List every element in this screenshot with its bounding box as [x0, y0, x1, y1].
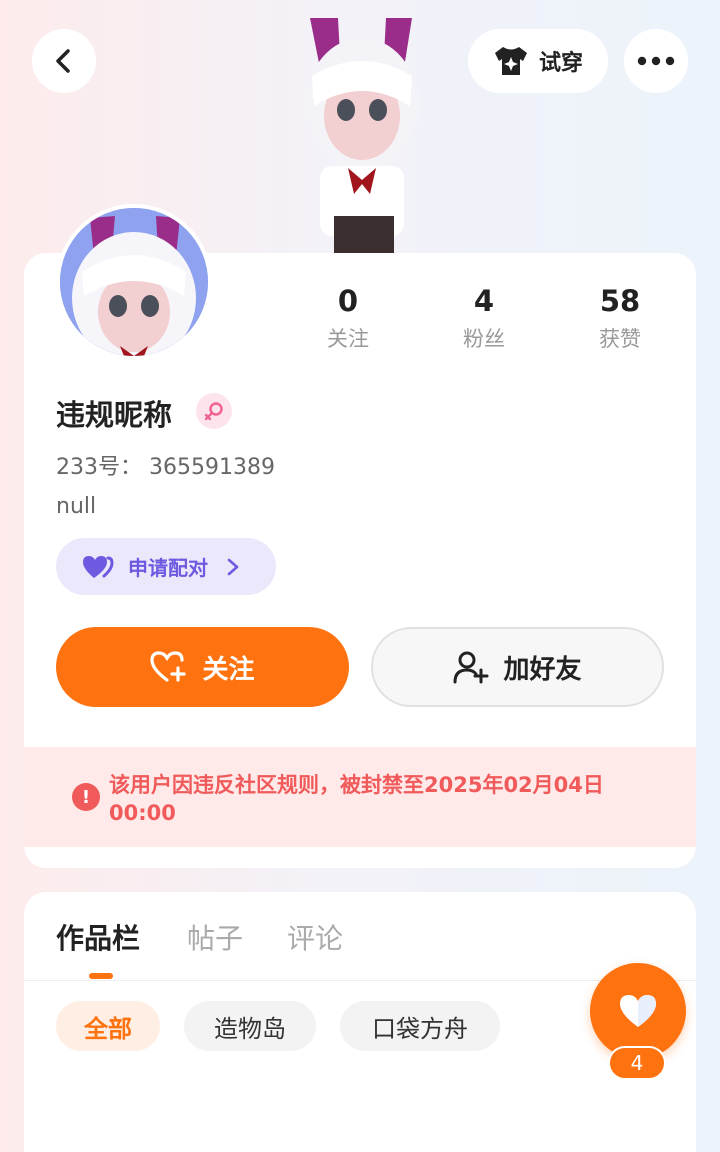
stat-following-count: 0 [337, 284, 359, 318]
chevron-left-icon [56, 49, 70, 73]
more-dots-icon [637, 56, 675, 66]
follow-button[interactable]: 关注 [56, 627, 349, 707]
stat-likes-count: 58 [599, 284, 641, 318]
warning-icon: ! [72, 783, 100, 811]
back-button[interactable] [32, 29, 96, 93]
heart-plus-icon [150, 651, 187, 682]
apply-pair-label: 申请配对 [128, 556, 208, 580]
tab-works[interactable]: 作品栏 [56, 917, 140, 957]
stat-following[interactable]: 0 关注 [288, 283, 408, 353]
try-on-button[interactable]: 试穿 [468, 29, 608, 93]
nickname: 违规昵称 [56, 398, 173, 432]
more-button[interactable] [624, 29, 688, 93]
tab-comments[interactable]: 评论 [287, 917, 343, 957]
female-icon [204, 402, 223, 421]
like-count-badge: 4 [608, 1046, 666, 1080]
shirt-sparkle-icon [494, 47, 527, 75]
gender-badge [196, 393, 232, 429]
stat-likes[interactable]: 58 获赞 [560, 283, 680, 353]
ban-notice: ! 该用户因违反社区规则，被封禁至2025年02月04日 00:00 [24, 747, 696, 847]
stat-fans-count: 4 [473, 284, 495, 318]
chevron-right-icon [227, 558, 239, 575]
tab-indicator [89, 973, 113, 979]
heart-pair-icon [83, 555, 114, 578]
user-id: 233号： 365591389 [56, 455, 275, 480]
bio: null [56, 494, 97, 519]
stat-likes-label: 获赞 [599, 327, 641, 351]
follow-label: 关注 [202, 654, 255, 685]
filter-island[interactable]: 造物岛 [184, 1001, 316, 1051]
stat-fans-label: 粉丝 [463, 327, 505, 351]
add-friend-button[interactable]: 加好友 [371, 627, 664, 707]
apply-pair-button[interactable]: 申请配对 [56, 538, 276, 595]
filter-all[interactable]: 全部 [56, 1001, 160, 1051]
heart-icon [620, 995, 656, 1027]
stat-fans[interactable]: 4 粉丝 [424, 283, 544, 353]
ban-notice-text: 该用户因违反社区规则，被封禁至2025年02月04日 00:00 [109, 773, 604, 825]
add-user-icon [453, 651, 489, 684]
add-friend-label: 加好友 [503, 654, 582, 685]
avatar[interactable] [56, 204, 212, 360]
try-on-label: 试穿 [538, 51, 583, 76]
tab-posts[interactable]: 帖子 [187, 917, 243, 957]
avatar-character-illustration [300, 16, 430, 254]
divider [24, 980, 696, 981]
stat-following-label: 关注 [327, 327, 369, 351]
like-fab-button[interactable] [590, 963, 686, 1059]
filter-ark[interactable]: 口袋方舟 [340, 1001, 500, 1051]
